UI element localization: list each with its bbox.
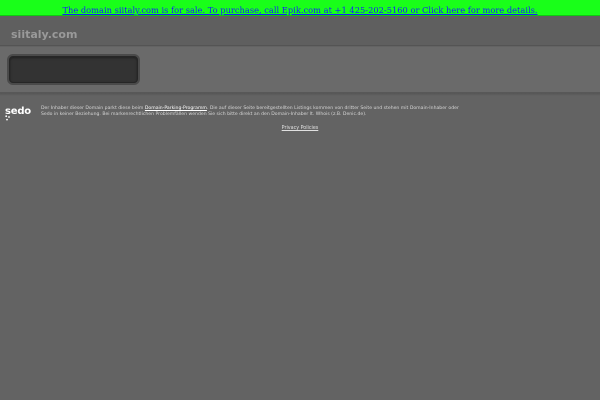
sale-banner: The domain siitaly.com is for sale. To p…	[0, 0, 600, 16]
disclaimer-text: Der Inhaber dieser Domain parkt diese be…	[41, 106, 471, 118]
search-input[interactable]	[9, 56, 138, 83]
site-header: siitaly.com	[0, 16, 600, 46]
privacy-policies-link[interactable]: Privacy Policies	[282, 126, 319, 131]
disclaimer-before-link: Der Inhaber dieser Domain parkt diese be…	[41, 106, 145, 111]
site-title: siitaly.com	[11, 28, 78, 41]
privacy-row: Privacy Policies	[0, 126, 600, 132]
divider-shadow	[0, 93, 600, 96]
content-band	[0, 47, 600, 93]
sedo-logo-text: sedo	[5, 106, 31, 117]
sedo-logo-icon: sedo	[5, 106, 37, 121]
domain-parking-link[interactable]: Domain-Parking-Programm	[145, 106, 207, 111]
sale-banner-link[interactable]: The domain siitaly.com is for sale. To p…	[62, 5, 537, 15]
